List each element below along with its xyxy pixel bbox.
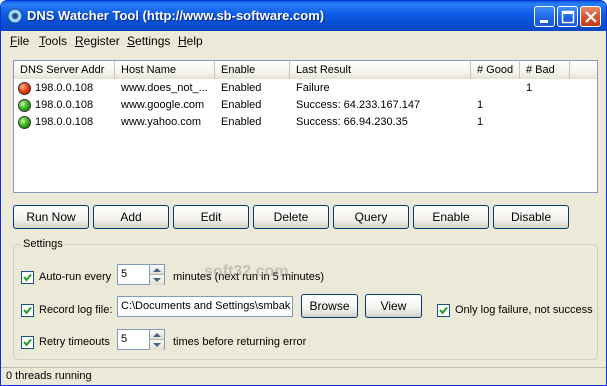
cell-server: 198.0.0.108	[35, 99, 94, 111]
spin-down-button[interactable]	[150, 275, 164, 285]
only-log-failure-checkbox[interactable]	[437, 304, 450, 317]
title-bar[interactable]: DNS Watcher Tool (http://www.sb-software…	[1, 1, 606, 31]
checkmark-icon	[23, 306, 32, 315]
cell-host: www.google.com	[121, 99, 205, 111]
retry-count-input[interactable]: 5	[117, 329, 150, 350]
arrow-up-icon	[153, 268, 161, 272]
cell-result: Failure	[296, 82, 330, 94]
status-ok-icon	[18, 116, 31, 129]
app-window: DNS Watcher Tool (http://www.sb-software…	[0, 0, 607, 386]
checkmark-icon	[23, 273, 32, 282]
autorun-minutes-input[interactable]: 5	[117, 264, 150, 285]
log-file-path-input[interactable]: C:\Documents and Settings\smbak	[117, 296, 293, 317]
cell-enable: Enabled	[221, 82, 262, 94]
app-icon	[7, 8, 23, 24]
minimize-button[interactable]	[534, 6, 555, 27]
table-row[interactable]: 198.0.0.108 www.google.com Enabled Succe…	[14, 97, 597, 114]
cell-good	[477, 80, 519, 97]
retry-timeouts-label: Retry timeouts	[39, 336, 110, 348]
minimize-icon	[540, 20, 548, 23]
autorun-checkbox[interactable]	[21, 271, 34, 284]
dns-server-list[interactable]: DNS Server Addr Host Name Enable Last Re…	[13, 60, 598, 193]
spin-up-button[interactable]	[150, 265, 164, 275]
disable-button[interactable]: Disable	[493, 205, 569, 229]
watermark-text: soft32.com	[204, 263, 289, 280]
list-header: DNS Server Addr Host Name Enable Last Re…	[14, 61, 597, 79]
spin-up-button[interactable]	[150, 330, 164, 340]
settings-group-label: Settings	[21, 238, 65, 250]
table-row[interactable]: 198.0.0.108 www.does_not_... Enabled Fai…	[14, 80, 597, 97]
autorun-label: Auto-run every	[39, 271, 112, 283]
spin-down-button[interactable]	[150, 340, 164, 350]
status-bar: 0 threads running	[1, 367, 606, 385]
status-error-icon	[18, 82, 31, 95]
cell-host: www.yahoo.com	[121, 116, 202, 128]
status-ok-icon	[18, 99, 31, 112]
query-button[interactable]: Query	[333, 205, 409, 229]
column-bad[interactable]: # Bad	[520, 61, 570, 79]
cell-result: Success: 64.233.167.147	[296, 99, 421, 111]
menu-bar: File Tools Register Settings Help	[1, 31, 606, 51]
cell-server: 198.0.0.108	[35, 82, 94, 94]
retry-spinner[interactable]	[149, 329, 165, 350]
cell-good: 1	[477, 116, 484, 128]
window-title: DNS Watcher Tool (http://www.sb-software…	[27, 8, 325, 23]
retry-timeouts-checkbox[interactable]	[21, 336, 34, 349]
view-button[interactable]: View	[365, 294, 422, 318]
close-icon	[585, 11, 597, 23]
cell-host: www.does_not_...	[121, 82, 208, 94]
arrow-down-icon	[153, 278, 161, 282]
column-last-result[interactable]: Last Result	[290, 61, 471, 79]
cell-enable: Enabled	[221, 99, 262, 111]
run-now-button[interactable]: Run Now	[13, 205, 89, 229]
column-dns-server[interactable]: DNS Server Addr	[14, 61, 115, 79]
edit-button[interactable]: Edit	[173, 205, 249, 229]
cell-enable: Enabled	[221, 116, 262, 128]
menu-file[interactable]: File	[10, 34, 29, 48]
maximize-icon	[561, 10, 575, 24]
cell-bad: 1	[526, 82, 533, 94]
cell-result: Success: 66.94.230.35	[296, 116, 408, 128]
only-log-failure-label: Only log failure, not success	[455, 304, 593, 316]
cell-server: 198.0.0.108	[35, 116, 94, 128]
cell-bad	[526, 114, 568, 131]
arrow-down-icon	[153, 343, 161, 347]
browse-button[interactable]: Browse	[301, 294, 358, 318]
cell-bad	[526, 97, 568, 114]
menu-register[interactable]: Register	[75, 34, 120, 48]
cell-good: 1	[477, 99, 484, 111]
enable-button[interactable]: Enable	[413, 205, 489, 229]
menu-help[interactable]: Help	[178, 34, 203, 48]
column-good[interactable]: # Good	[471, 61, 520, 79]
column-enable[interactable]: Enable	[215, 61, 290, 79]
column-host-name[interactable]: Host Name	[115, 61, 215, 79]
menu-tools[interactable]: Tools	[39, 34, 67, 48]
checkmark-icon	[23, 338, 32, 347]
close-button[interactable]	[580, 6, 601, 27]
record-log-checkbox[interactable]	[21, 304, 34, 317]
retry-suffix-text: times before returning error	[173, 336, 307, 348]
autorun-spinner[interactable]	[149, 264, 165, 285]
checkmark-icon	[439, 306, 448, 315]
delete-button[interactable]: Delete	[253, 205, 329, 229]
record-log-label: Record log file:	[39, 304, 113, 316]
maximize-button[interactable]	[557, 6, 578, 27]
menu-settings[interactable]: Settings	[127, 34, 170, 48]
column-filler	[570, 61, 597, 79]
add-button[interactable]: Add	[93, 205, 169, 229]
status-text: 0 threads running	[6, 370, 92, 382]
table-row[interactable]: 198.0.0.108 www.yahoo.com Enabled Succes…	[14, 114, 597, 131]
arrow-up-icon	[153, 333, 161, 337]
